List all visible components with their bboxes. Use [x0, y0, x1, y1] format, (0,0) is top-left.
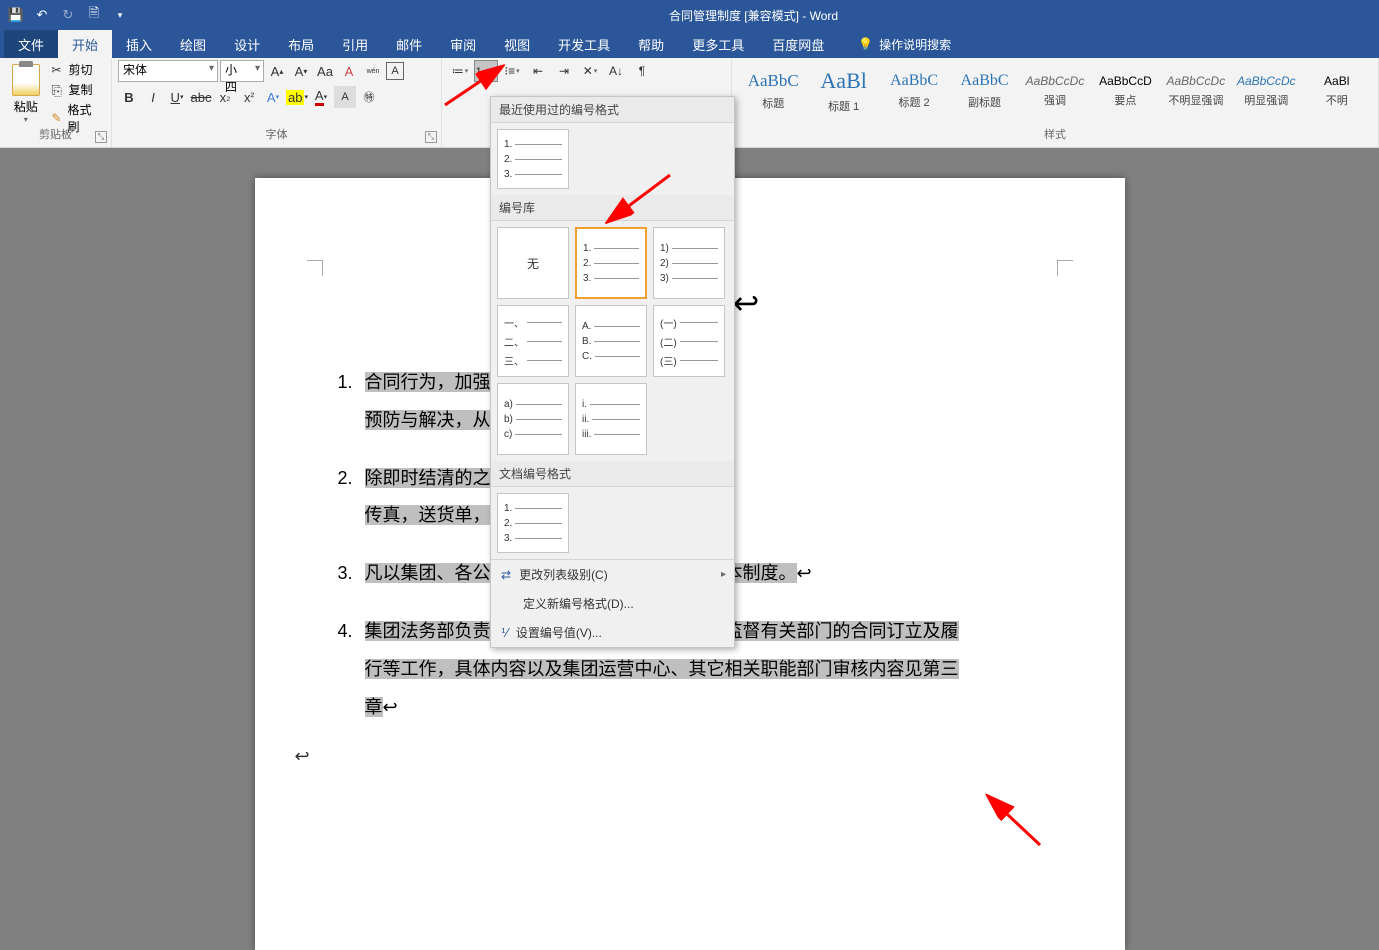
- qat-more[interactable]: ▾: [108, 3, 132, 27]
- style-item[interactable]: AaBbC副标题: [950, 62, 1018, 120]
- shrink-font-button[interactable]: A▾: [290, 60, 312, 82]
- ribbon-tabs: 文件 开始 插入 绘图 设计 布局 引用 邮件 审阅 视图 开发工具 帮助 更多…: [0, 30, 1379, 58]
- library-grid: 无1.2.3.1)2)3) 一、二、三、A.B.C.(一)(二)(三) a)b)c)…: [491, 221, 734, 461]
- cut-button[interactable]: 剪切: [48, 60, 105, 79]
- tab-layout[interactable]: 布局: [274, 30, 328, 58]
- tab-baidu[interactable]: 百度网盘: [758, 30, 838, 58]
- docformat-grid: 1.2.3.: [491, 487, 734, 559]
- font-name-combo[interactable]: 宋体: [118, 60, 218, 82]
- group-clipboard: 粘贴 ▾ 剪切 复制 格式刷 剪贴板 ⤡: [0, 58, 112, 147]
- bullets-button[interactable]: ≔: [448, 60, 472, 82]
- tab-references[interactable]: 引用: [328, 30, 382, 58]
- group-styles: AaBbC标题AaBl标题 1AaBbC标题 2AaBbC副标题AaBbCcDc…: [732, 58, 1379, 147]
- title-bar: 💾 ↶ ↻ 🗎 ▾ 合同管理制度 [兼容模式] - Word: [0, 0, 1379, 30]
- numbering-option[interactable]: 无: [497, 227, 569, 299]
- numbering-option[interactable]: i.ii.iii.: [575, 383, 647, 455]
- scissors-icon: [52, 63, 66, 77]
- underline-button[interactable]: U▾: [166, 86, 188, 108]
- set-value-item[interactable]: ⅟ 设置编号值(V)...: [491, 618, 734, 647]
- numbering-dropdown: 最近使用过的编号格式 1.2.3. 编号库 无1.2.3.1)2)3)一、二、三…: [490, 96, 735, 648]
- define-new-item[interactable]: 定义新编号格式(D)...: [491, 589, 734, 618]
- chevron-right-icon: ▸: [721, 569, 726, 580]
- tab-mailings[interactable]: 邮件: [382, 30, 436, 58]
- style-item[interactable]: AaBbCcDc明显强调: [1232, 62, 1300, 120]
- superscript-button[interactable]: x²: [238, 86, 260, 108]
- grow-font-button[interactable]: A▴: [266, 60, 288, 82]
- phonetic-button[interactable]: wén: [362, 60, 384, 82]
- tell-me-search[interactable]: 💡 操作说明搜索: [858, 30, 951, 58]
- bulb-icon: 💡: [858, 37, 873, 51]
- tab-design[interactable]: 设计: [220, 30, 274, 58]
- style-item[interactable]: AaBbCcDc不明显强调: [1162, 62, 1230, 120]
- change-level-item[interactable]: ⇄ 更改列表级别(C) ▸: [491, 560, 734, 589]
- style-item[interactable]: AaBbC标题 2: [880, 62, 948, 120]
- level-icon: ⇄: [501, 568, 511, 582]
- save-button[interactable]: 💾: [4, 3, 28, 27]
- multilevel-button[interactable]: ⁝≡: [500, 60, 524, 82]
- numbering-option[interactable]: A.B.C.: [575, 305, 647, 377]
- highlight-button[interactable]: ab▾: [286, 86, 308, 108]
- recent-grid: 1.2.3.: [491, 123, 734, 195]
- numbering-option[interactable]: a)b)c): [497, 383, 569, 455]
- enclose-button[interactable]: ㊕: [358, 86, 380, 108]
- margin-mark: [1057, 260, 1073, 276]
- style-item[interactable]: AaBbCcD要点: [1091, 62, 1159, 120]
- window-title: 合同管理制度 [兼容模式] - Word: [132, 7, 1375, 24]
- show-marks-button[interactable]: ¶: [630, 60, 654, 82]
- text-effects-button[interactable]: A▾: [262, 86, 284, 108]
- char-border-button[interactable]: A: [386, 62, 404, 80]
- undo-button[interactable]: ↶: [30, 3, 54, 27]
- recent-header: 最近使用过的编号格式: [491, 97, 734, 123]
- font-color-button[interactable]: A▾: [310, 86, 332, 108]
- numbering-option[interactable]: (一)(二)(三): [653, 305, 725, 377]
- numbering-option[interactable]: 1.2.3.: [497, 493, 569, 553]
- tab-help[interactable]: 帮助: [624, 30, 678, 58]
- style-item[interactable]: AaBbCcDc强调: [1021, 62, 1089, 120]
- group-font: 宋体 小四 A▴ A▾ Aa A wén A B I U▾ abc x₂ x² …: [112, 58, 442, 147]
- asian-layout-button[interactable]: ✕: [578, 60, 602, 82]
- tab-review[interactable]: 审阅: [436, 30, 490, 58]
- strike-button[interactable]: abc: [190, 86, 212, 108]
- tab-home[interactable]: 开始: [58, 30, 112, 58]
- tab-draw[interactable]: 绘图: [166, 30, 220, 58]
- tab-file[interactable]: 文件: [4, 30, 58, 58]
- quick-access-toolbar: 💾 ↶ ↻ 🗎 ▾: [4, 3, 132, 27]
- change-case-button[interactable]: Aa: [314, 60, 336, 82]
- clear-format-button[interactable]: A: [338, 60, 360, 82]
- numbering-option[interactable]: 一、二、三、: [497, 305, 569, 377]
- bold-button[interactable]: B: [118, 86, 140, 108]
- style-item[interactable]: AaBl不明: [1303, 62, 1371, 120]
- font-size-combo[interactable]: 小四: [220, 60, 264, 82]
- preview-button[interactable]: 🗎: [82, 3, 106, 27]
- numbering-option[interactable]: 1.2.3.: [497, 129, 569, 189]
- docformat-header: 文档编号格式: [491, 461, 734, 487]
- decrease-indent-button[interactable]: ⇤: [526, 60, 550, 82]
- clipboard-launcher[interactable]: ⤡: [95, 131, 107, 143]
- font-launcher[interactable]: ⤡: [425, 131, 437, 143]
- margin-mark: [307, 260, 323, 276]
- numbering-option[interactable]: 1)2)3): [653, 227, 725, 299]
- copy-icon: [52, 83, 66, 97]
- tab-view[interactable]: 视图: [490, 30, 544, 58]
- redo-button[interactable]: ↻: [56, 3, 80, 27]
- copy-button[interactable]: 复制: [48, 80, 105, 99]
- italic-button[interactable]: I: [142, 86, 164, 108]
- tab-insert[interactable]: 插入: [112, 30, 166, 58]
- value-icon: ⅟: [501, 626, 508, 640]
- increase-indent-button[interactable]: ⇥: [552, 60, 576, 82]
- sort-button[interactable]: A↓: [604, 60, 628, 82]
- numbering-option[interactable]: 1.2.3.: [575, 227, 647, 299]
- tab-developer[interactable]: 开发工具: [544, 30, 624, 58]
- tab-moretools[interactable]: 更多工具: [678, 30, 758, 58]
- styles-gallery[interactable]: AaBbC标题AaBl标题 1AaBbC标题 2AaBbC副标题AaBbCcDc…: [738, 60, 1372, 122]
- paragraph-mark: ↩: [295, 746, 1055, 767]
- library-header: 编号库: [491, 195, 734, 221]
- paste-icon: [12, 64, 40, 96]
- char-shading-button[interactable]: A: [334, 86, 356, 108]
- style-item[interactable]: AaBbC标题: [739, 62, 807, 120]
- style-item[interactable]: AaBl标题 1: [809, 62, 877, 120]
- numbering-button[interactable]: ⒈≡: [474, 60, 498, 82]
